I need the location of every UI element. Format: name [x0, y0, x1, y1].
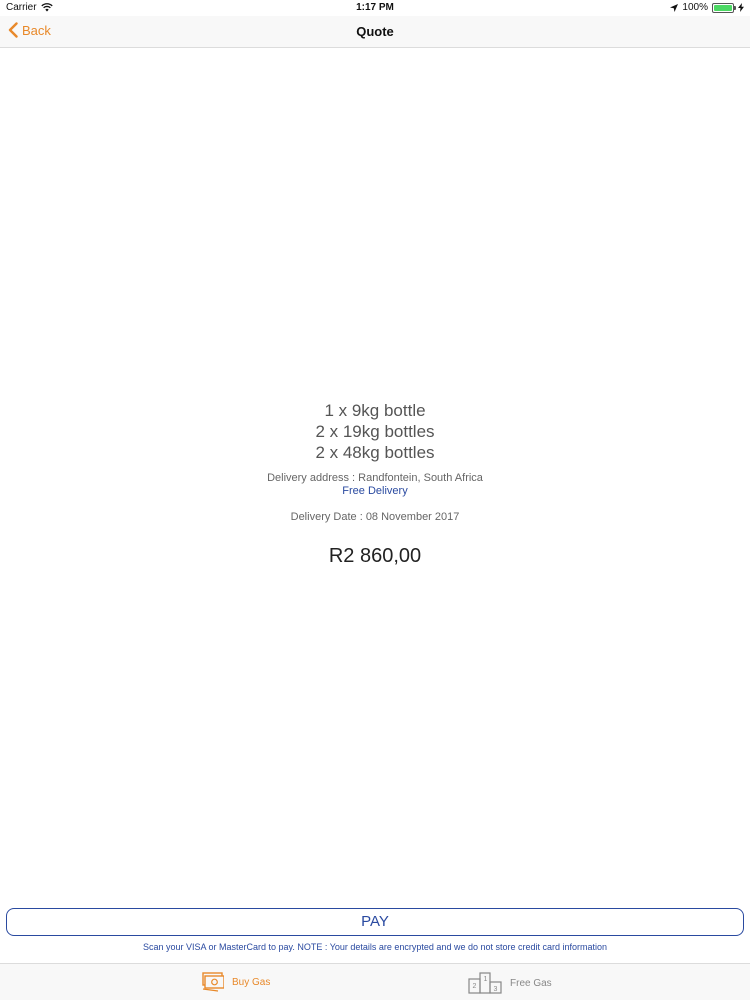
total-price: R2 860,00: [328, 545, 422, 567]
status-bar: Carrier 1:17 PM 100%: [0, 0, 750, 16]
tab-buy-gas[interactable]: Buy Gas: [202, 972, 270, 992]
status-time: 1:17 PM: [356, 2, 394, 13]
order-item: 1 x 9kg bottle: [324, 401, 426, 420]
order-item: 2 x 48kg bottles: [315, 443, 435, 462]
svg-text:3: 3: [494, 986, 498, 993]
battery-icon: [712, 2, 736, 13]
status-right: 100%: [670, 2, 744, 13]
tab-label: Free Gas: [510, 977, 552, 989]
tab-label: Buy Gas: [232, 976, 271, 988]
money-icon: [202, 972, 224, 992]
location-arrow-icon: [670, 3, 679, 12]
delivery-address: Delivery address : Randfontein, South Af…: [267, 472, 483, 484]
page-title: Quote: [356, 24, 394, 39]
delivery-date: Delivery Date : 08 November 2017: [290, 511, 460, 523]
quote-summary: 1 x 9kg bottle 2 x 19kg bottles 2 x 48kg…: [0, 400, 750, 568]
free-delivery-label: Free Delivery: [342, 485, 408, 497]
battery-level: [714, 4, 732, 11]
battery-percent: 100%: [682, 2, 708, 13]
svg-text:2: 2: [473, 983, 477, 990]
svg-text:1: 1: [484, 976, 488, 983]
podium-icon: 1 2 3: [468, 972, 502, 994]
tab-free-gas[interactable]: 1 2 3 Free Gas: [468, 972, 552, 994]
tab-bar: Buy Gas 1 2 3 Free Gas: [0, 963, 750, 1000]
payment-note: Scan your VISA or MasterCard to pay. NOT…: [142, 942, 608, 952]
pay-button[interactable]: PAY: [6, 908, 744, 936]
charging-icon: [738, 3, 744, 12]
navigation-bar: Back Quote: [0, 16, 750, 48]
order-item: 2 x 19kg bottles: [315, 422, 435, 441]
